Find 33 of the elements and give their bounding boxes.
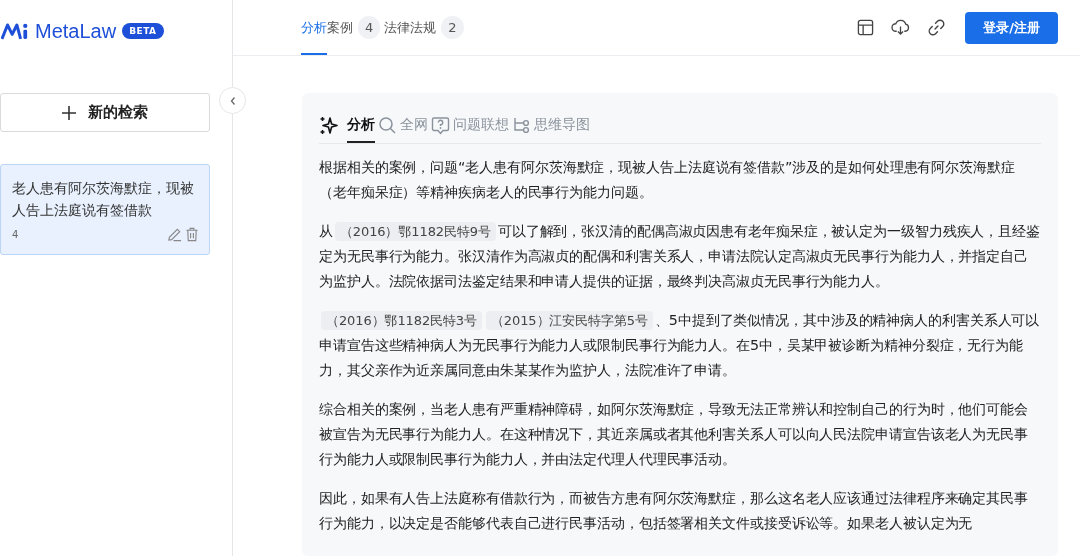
logo-icon — [1, 21, 29, 41]
paragraph: 综合相关的案例，当老人患有严重精神障碍，如阿尔茨海默症，导致无法正常辨认和控制自己的行为时，他们可能会被宣告为无民事行为能力人。在这种情况下，其近亲属或者其他利害关系人可以向人民法院申请宣告该老人为无民事行为能力人或限制民事行为能力人，并由法定代理人代理民事活动。 — [319, 400, 1029, 469]
citation-link[interactable]: （2015）江安民特字第5号 — [485, 311, 653, 330]
history-item[interactable]: 老人患有阿尔茨海默症，现被人告上法庭说有签借款 4 — [0, 164, 210, 255]
chevron-left-icon — [228, 95, 237, 106]
history-count: 4 — [12, 229, 19, 240]
paragraph: 因此，如果有人告上法庭称有借款行为，而被告方患有阿尔茨海默症，那么这名老人应该通过法律程序来确定其民事行为能力，以决定是否能够代表自己进行民事活动，包括签署相关文件或接受诉讼等。如果老人被认定为无 — [319, 489, 1029, 533]
beta-badge: BETA — [122, 23, 164, 39]
citation-link[interactable]: （2016）鄂1182民特9号 — [334, 222, 496, 241]
count-badge: 2 — [441, 16, 464, 39]
paragraph: （2016）鄂1182民特3号 （2015）江安民特字第5号 、5中提到了类似情况，其中涉及的精神病人的利害关系人可以申请宣告这些精神病人为无民事行为能力人或限制民事行为能力人。在5中，吴某甲被诊断为精神分裂症，无行为能力，其父亲作为近亲属同意由朱某某作为监护人，法院准许了申请。 — [319, 310, 1041, 380]
sparkle-icon — [319, 115, 338, 135]
tab[interactable]: 法律法规 — [384, 0, 437, 55]
count-badge: 4 — [358, 16, 381, 39]
history-title: 老人患有阿尔茨海默症，现被人告上法庭说有签借款 — [12, 179, 195, 220]
paragraph: 根据相关的案例，问题“老人患有阿尔茨海默症，现被人告上法庭说有签借款”涉及的是如何处理患有阿尔茨海默症（老年痴呆症）等精神疾病老人的民事行为能力问题。 — [319, 158, 1016, 202]
tab[interactable]: 分析 — [301, 0, 327, 55]
new-search-button[interactable]: 新的检索 — [0, 93, 210, 132]
mindmap-icon — [512, 115, 531, 135]
cloud-download-icon[interactable] — [891, 19, 910, 36]
tab[interactable]: 分析 — [347, 107, 375, 143]
tab[interactable]: 案例 — [327, 0, 353, 55]
question-bubble-icon — [431, 115, 450, 135]
citation-link[interactable]: （2016）鄂1182民特3号 — [321, 311, 482, 330]
layout-icon[interactable] — [857, 19, 874, 36]
search-icon — [378, 115, 397, 135]
paragraph: 从 （2016）鄂1182民特9号 可以了解到，张汉清的配偶高淑贞因患有老年痴呆症，被认定为一级智力残疾人，且经鉴定为无民事行为能力。张汉清作为高淑贞的配偶和利害关系人，申请法院认定高淑贞无民事行为能力人，并指定自己为监护人。法院依据司法鉴定结果和申请人提供的证据，最终判决高淑贞无民事行为能力人。 — [319, 221, 1041, 291]
link-icon[interactable] — [927, 18, 946, 37]
delete-icon[interactable] — [185, 227, 199, 242]
edit-icon[interactable] — [167, 227, 182, 242]
login-button[interactable]: 登录/注册 — [965, 11, 1058, 44]
plus-icon — [62, 105, 76, 120]
brand-name: MetaLaw — [35, 19, 117, 43]
